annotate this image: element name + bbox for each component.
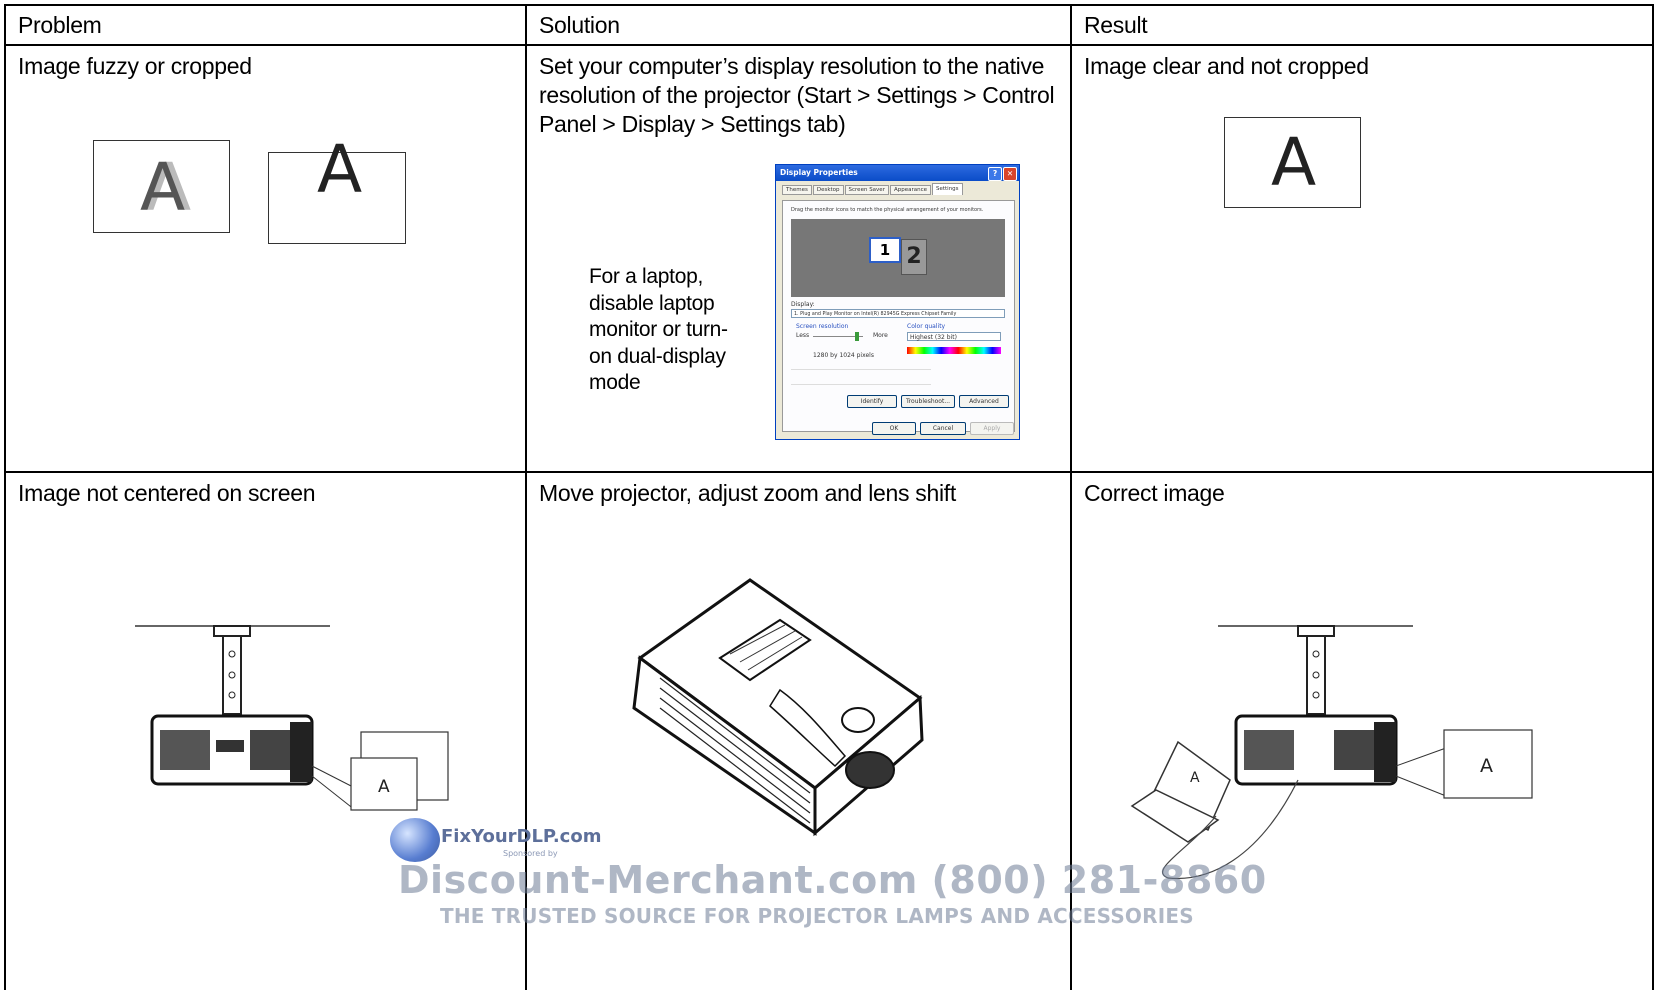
row-divider <box>4 44 1654 46</box>
offcenter-letter: A <box>378 777 390 797</box>
color-select[interactable]: Highest (32 bit) <box>907 332 1001 341</box>
monitor-2[interactable]: 2 <box>901 239 927 275</box>
correct-letter: A <box>1480 755 1493 777</box>
less-label: Less <box>796 332 810 339</box>
more-label: More <box>873 332 888 339</box>
laptop-letter: A <box>1190 770 1200 786</box>
clear-image-frame: A <box>1224 117 1361 208</box>
solution-text: Set your computer’s display resolution t… <box>539 53 1055 137</box>
instruction-text: Drag the monitor icons to match the phys… <box>791 207 984 213</box>
monitor-1[interactable]: 1 <box>869 237 901 263</box>
tab-screen-saver[interactable]: Screen Saver <box>844 185 889 195</box>
dialog-titlebar: Display Properties ? ✕ <box>776 165 1019 181</box>
dialog-tabs: Themes Desktop Screen Saver Appearance S… <box>776 181 1019 195</box>
projector-adjust-illustration <box>632 578 924 837</box>
watermark-logo-icon <box>390 818 440 862</box>
cropped-image-frame: A <box>268 131 406 244</box>
header-solution: Solution <box>539 12 620 38</box>
tab-desktop[interactable]: Desktop <box>812 185 844 195</box>
cancel-button[interactable]: Cancel <box>920 422 966 435</box>
problem-text-2: Image not centered on screen <box>18 480 316 506</box>
watermark-tagline: THE TRUSTED SOURCE FOR PROJECTOR LAMPS A… <box>440 904 1194 928</box>
identify-button[interactable]: Identify <box>847 395 897 408</box>
slider-thumb[interactable] <box>855 332 859 341</box>
monitor-area: 1 2 <box>791 219 1005 297</box>
problem-text: Image fuzzy or cropped <box>18 53 252 79</box>
header-problem: Problem <box>18 12 102 38</box>
tab-themes[interactable]: Themes <box>782 185 812 195</box>
color-label: Color quality <box>907 323 946 330</box>
settings-panel: Drag the monitor icons to match the phys… <box>782 200 1015 432</box>
color-bar <box>907 347 1001 354</box>
header-result: Result <box>1084 12 1148 38</box>
resolution-value: 1280 by 1024 pixels <box>813 352 874 359</box>
troubleshoot-button[interactable]: Troubleshoot... <box>901 395 955 408</box>
help-button[interactable]: ? <box>988 167 1002 181</box>
fuzzy-letter: A <box>140 149 186 226</box>
result-text-2: Correct image <box>1084 480 1225 506</box>
tab-settings[interactable]: Settings <box>931 183 963 195</box>
advanced-button[interactable]: Advanced <box>959 395 1009 408</box>
close-icon[interactable]: ✕ <box>1003 167 1017 181</box>
dialog-title: Display Properties <box>780 168 858 177</box>
laptop-note: For a laptop, disable laptop monitor or … <box>589 265 728 394</box>
resolution-slider[interactable] <box>813 332 863 341</box>
disabled-options <box>791 369 931 385</box>
clear-letter: A <box>1271 124 1317 201</box>
apply-button[interactable]: Apply <box>970 422 1014 435</box>
ok-button[interactable]: OK <box>872 422 916 435</box>
cropped-letter: A <box>317 131 363 208</box>
column-divider <box>1070 4 1072 990</box>
display-select[interactable]: 1. Plug and Play Monitor on Intel(R) 829… <box>791 309 1005 318</box>
offcenter-projector-illustration: A <box>135 625 449 811</box>
resolution-label: Screen resolution <box>796 323 849 330</box>
correct-projector-illustration: A A <box>1130 625 1533 880</box>
row-divider <box>4 471 1654 473</box>
display-properties-dialog: Display Properties ? ✕ Themes Desktop Sc… <box>775 164 1020 440</box>
solution-text-2: Move projector, adjust zoom and lens shi… <box>539 480 956 506</box>
tab-appearance[interactable]: Appearance <box>889 185 931 195</box>
fuzzy-image-frame: A A <box>93 140 230 233</box>
display-label: Display: <box>791 301 815 308</box>
result-text: Image clear and not cropped <box>1084 53 1369 79</box>
watermark-sponsored: Sponsored by <box>503 849 558 858</box>
watermark-brand: Discount-Merchant.com (800) 281-8860 <box>398 858 1267 902</box>
watermark-site: FixYourDLP.com <box>441 826 602 847</box>
